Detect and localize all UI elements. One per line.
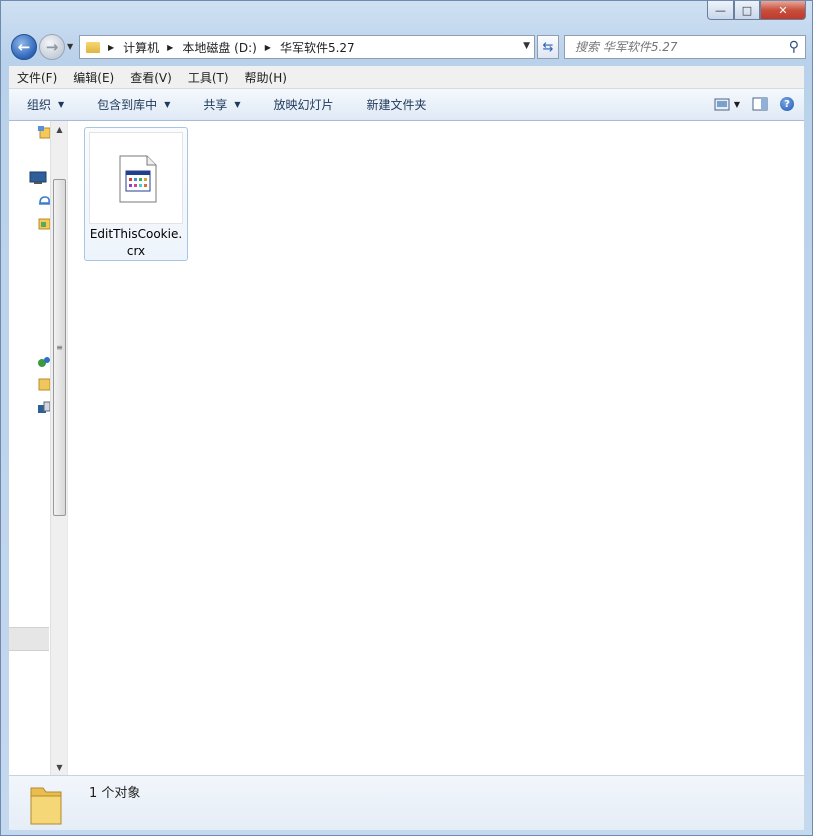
folder-icon[interactable]	[37, 377, 51, 391]
menu-bar: 文件(F) 编辑(E) 查看(V) 工具(T) 帮助(H)	[9, 66, 804, 89]
search-icon[interactable]: ⚲	[789, 39, 799, 55]
network-icon[interactable]	[37, 193, 51, 207]
explorer-window: — □ ✕ ← → ▼ ▶ 计算机 ▶ 本地磁盘 (D:) ▶ 华军软件5.27…	[0, 0, 813, 836]
breadcrumb: ▶ 计算机 ▶ 本地磁盘 (D:) ▶ 华军软件5.27	[100, 36, 355, 58]
nav-highlight-row	[9, 627, 49, 651]
command-bar: 组织 ▼ 包含到库中 ▼ 共享 ▼ 放映幻灯片 新建文件夹 ▼ ?	[9, 89, 804, 121]
organize-label: 组织	[27, 98, 52, 112]
navigation-bar: ← → ▼ ▶ 计算机 ▶ 本地磁盘 (D:) ▶ 华军软件5.27 ▼ ⇆ ⚲	[9, 32, 806, 62]
item-count: 1 个对象	[89, 786, 141, 801]
library-icon[interactable]	[37, 217, 51, 231]
file-thumbnail	[89, 132, 183, 224]
details-pane: 1 个对象	[9, 775, 804, 830]
refresh-button[interactable]: ⇆	[537, 35, 559, 59]
favorites-icon[interactable]	[37, 125, 51, 139]
preview-pane-button[interactable]	[750, 94, 770, 114]
file-item[interactable]: EditThisCookie. crx	[84, 127, 188, 261]
search-input[interactable]	[573, 39, 787, 55]
file-name-line1: EditThisCookie.	[89, 227, 183, 241]
organize-button[interactable]: 组织 ▼	[9, 96, 79, 113]
breadcrumb-current-folder[interactable]: 华军软件5.27	[280, 39, 355, 56]
search-box[interactable]: ⚲	[564, 35, 806, 59]
new-folder-button[interactable]: 新建文件夹	[349, 96, 442, 113]
menu-tools[interactable]: 工具(T)	[180, 69, 237, 86]
forward-button[interactable]: →	[39, 34, 65, 60]
scroll-down-icon[interactable]: ▼	[51, 759, 68, 775]
view-controls: ▼ ?	[702, 94, 794, 114]
chevron-right-icon[interactable]: ▶	[167, 43, 173, 52]
scroll-up-icon[interactable]: ▲	[51, 121, 68, 137]
help-icon[interactable]: ?	[780, 97, 794, 111]
menu-edit[interactable]: 编辑(E)	[65, 69, 122, 86]
new-folder-label: 新建文件夹	[366, 98, 427, 112]
chevron-right-icon[interactable]: ▶	[108, 43, 114, 52]
folder-icon	[30, 787, 62, 825]
file-name: EditThisCookie. crx	[85, 226, 187, 260]
breadcrumb-local-disk[interactable]: 本地磁盘 (D:)	[182, 39, 256, 56]
menu-view[interactable]: 查看(V)	[122, 69, 180, 86]
address-bar[interactable]: ▶ 计算机 ▶ 本地磁盘 (D:) ▶ 华军软件5.27 ▼	[79, 35, 535, 59]
file-list[interactable]: EditThisCookie. crx	[67, 121, 804, 775]
content-area: ▲ ≡ ▼ EditThisCookie. crx	[9, 121, 804, 775]
computer-icon[interactable]	[29, 171, 47, 185]
recent-pages-dropdown-icon[interactable]: ▼	[67, 42, 73, 51]
forward-arrow-icon: →	[45, 38, 59, 56]
slideshow-button[interactable]: 放映幻灯片	[256, 96, 349, 113]
menu-help[interactable]: 帮助(H)	[237, 69, 295, 86]
homegroup-icon[interactable]	[37, 355, 51, 369]
include-library-label: 包含到库中	[97, 98, 158, 112]
breadcrumb-computer[interactable]: 计算机	[123, 39, 159, 56]
share-label: 共享	[203, 98, 228, 112]
menu-file[interactable]: 文件(F)	[9, 69, 65, 86]
include-in-library-button[interactable]: 包含到库中 ▼	[79, 96, 185, 113]
control-panel-icon[interactable]	[37, 401, 51, 415]
crx-file-icon	[119, 155, 157, 203]
share-button[interactable]: 共享 ▼	[185, 96, 255, 113]
back-arrow-icon: ←	[17, 38, 31, 56]
navigation-pane[interactable]	[9, 121, 51, 775]
scroll-thumb[interactable]: ≡	[53, 179, 66, 516]
minimize-button[interactable]: —	[707, 1, 734, 20]
window-controls: — □ ✕	[707, 1, 806, 20]
close-button[interactable]: ✕	[760, 1, 806, 20]
chevron-down-icon[interactable]: ▼	[734, 100, 740, 109]
chevron-down-icon: ▼	[58, 100, 65, 109]
preview-pane-icon	[752, 97, 768, 111]
chevron-right-icon[interactable]: ▶	[265, 43, 271, 52]
back-button[interactable]: ←	[11, 34, 37, 60]
view-icon	[714, 98, 730, 110]
chevron-down-icon: ▼	[164, 100, 171, 109]
nav-scrollbar[interactable]: ▲ ≡ ▼	[50, 121, 68, 775]
file-name-line2: crx	[126, 244, 146, 258]
change-view-button[interactable]	[712, 94, 732, 114]
address-dropdown-icon[interactable]: ▼	[523, 41, 530, 51]
folder-icon	[86, 41, 100, 53]
maximize-button[interactable]: □	[734, 1, 760, 20]
chevron-down-icon: ▼	[234, 100, 241, 109]
refresh-icon: ⇆	[542, 39, 554, 55]
slideshow-label: 放映幻灯片	[273, 98, 334, 112]
